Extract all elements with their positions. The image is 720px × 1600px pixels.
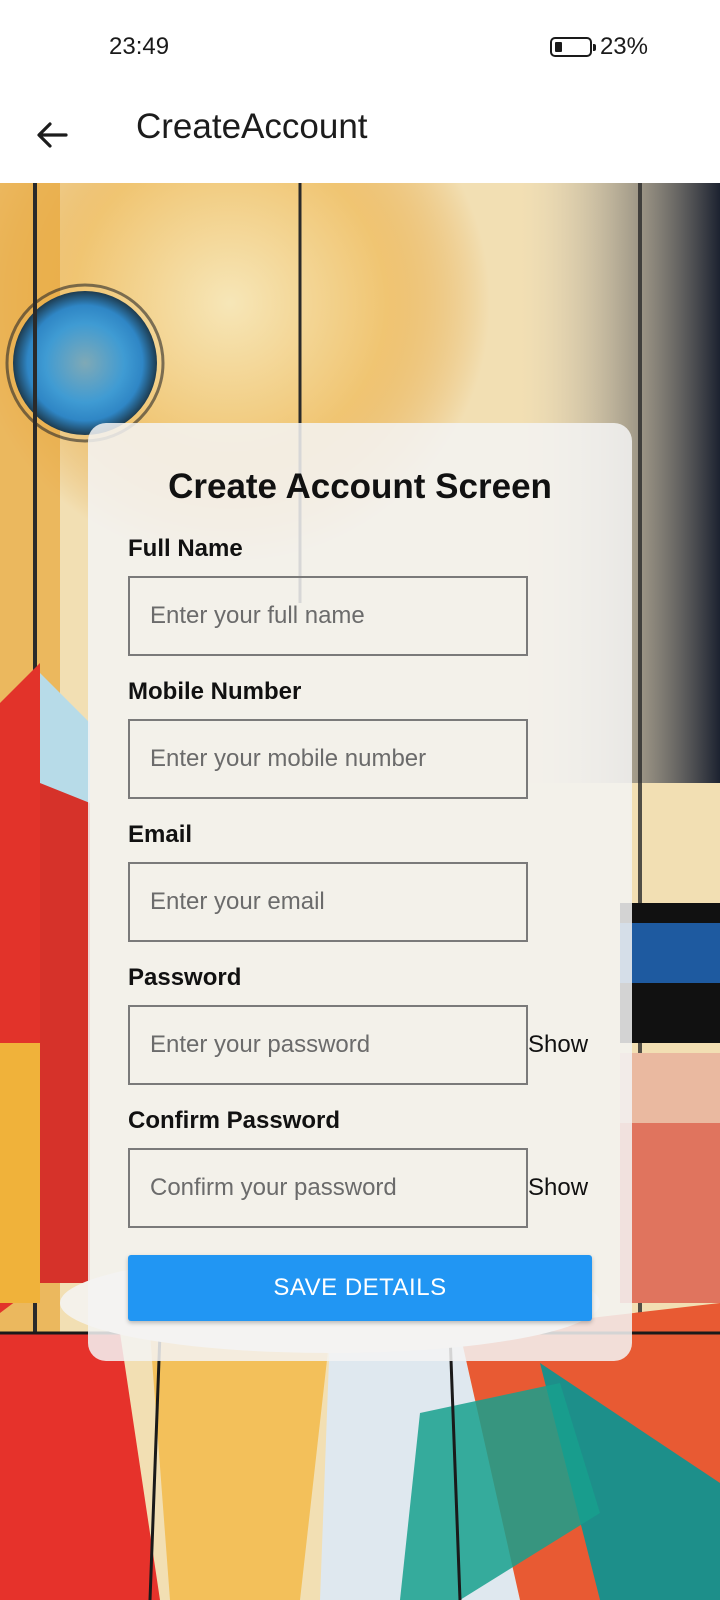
show-confirm-password-button[interactable]: Show [528, 1174, 588, 1202]
status-time: 23:49 [109, 33, 170, 60]
save-details-button[interactable]: SAVE DETAILS [128, 1255, 592, 1321]
arrow-left-icon [37, 122, 68, 148]
full-name-input[interactable] [128, 576, 528, 656]
status-bar: 23:49 23% [0, 0, 720, 95]
show-password-button[interactable]: Show [528, 1031, 588, 1059]
mobile-number-label: Mobile Number [128, 678, 302, 705]
back-button[interactable] [28, 111, 76, 159]
mobile-number-input[interactable] [128, 719, 528, 799]
battery-level [554, 42, 562, 52]
app-bar: CreateAccount [0, 95, 720, 183]
confirm-password-label: Confirm Password [128, 1107, 341, 1134]
page-title: CreateAccount [136, 107, 368, 146]
email-label: Email [128, 821, 193, 848]
status-right: 23% [549, 33, 648, 61]
full-name-label: Full Name [128, 535, 243, 562]
battery-percent: 23% [599, 33, 648, 60]
confirm-password-input[interactable] [128, 1148, 528, 1228]
password-input[interactable] [128, 1005, 528, 1085]
form-heading: Create Account Screen [168, 467, 552, 506]
battery-icon [549, 37, 596, 57]
create-account-card: Create Account Screen Full Name Mobile N… [88, 423, 632, 1361]
password-label: Password [128, 964, 242, 991]
email-input[interactable] [128, 862, 528, 942]
